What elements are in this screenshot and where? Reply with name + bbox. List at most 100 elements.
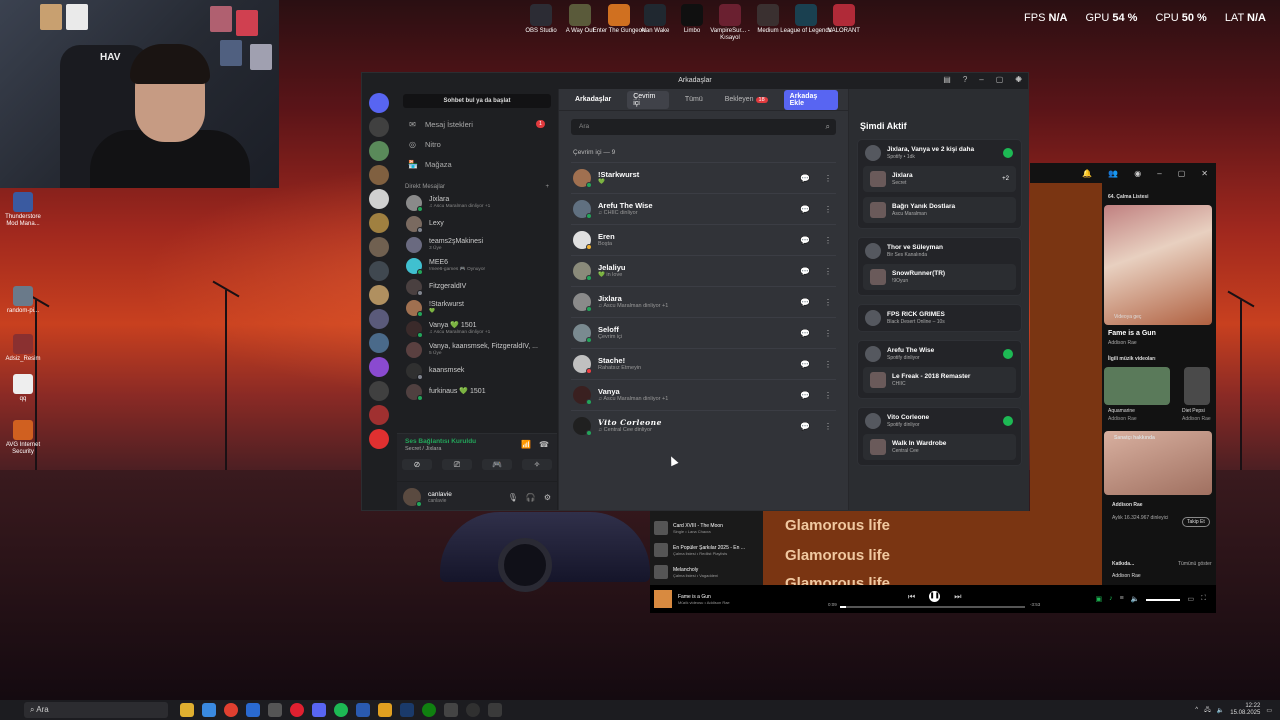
dm-item[interactable]: Jixlara ♫ Ascu Maralman dinliyor +1 — [403, 192, 551, 213]
username[interactable]: canlavie — [428, 491, 452, 498]
file-explorer-icon[interactable] — [180, 703, 194, 717]
friend-row[interactable]: !Starkwurst 💚 💬 ⋮ — [571, 162, 836, 193]
message-icon[interactable]: 💬 — [800, 391, 810, 400]
profile-avatar[interactable]: ◉ — [1134, 169, 1141, 178]
camera-off-icon[interactable]: ⊘ — [402, 459, 432, 470]
server-icon[interactable] — [369, 237, 389, 257]
taskbar-search[interactable]: ⌕ Ara — [24, 702, 168, 718]
desktop-shortcut[interactable]: random-pi... — [0, 286, 46, 315]
now-playing-view-icon[interactable]: ▣ — [1096, 595, 1103, 603]
server-icon[interactable] — [369, 261, 389, 281]
server-icon[interactable] — [369, 381, 389, 401]
bell-icon[interactable]: 🔔 — [1082, 169, 1092, 178]
message-icon[interactable]: 💬 — [800, 329, 810, 338]
minimize-icon[interactable]: – — [1157, 169, 1161, 178]
calendar-icon[interactable] — [202, 703, 216, 717]
friend-row[interactable]: Jelaliyu 💚 in love 💬 ⋮ — [571, 255, 836, 286]
related-video-thumbnail[interactable] — [1184, 367, 1210, 405]
discord-icon[interactable] — [312, 703, 326, 717]
friend-row[interactable]: Jixlara ♫ Ascu Maralman dinliyor +1 💬 ⋮ — [571, 286, 836, 317]
volume-slider[interactable] — [1146, 599, 1181, 601]
notes-icon[interactable] — [378, 703, 392, 717]
new-group-dm-icon[interactable]: ✚ — [1015, 75, 1022, 84]
maximize-icon[interactable]: ▢ — [1178, 169, 1186, 178]
miniplayer-icon[interactable]: ▭ — [1187, 595, 1194, 603]
friend-search-input[interactable]: Ara ⌕ — [571, 119, 836, 135]
queue-item[interactable]: En Popüler Şarkılar 2025 - En ... Çalma l… — [650, 539, 763, 561]
close-icon[interactable]: ✕ — [1201, 169, 1208, 178]
more-options-icon[interactable]: ⋮ — [824, 329, 832, 338]
desktop-shortcut[interactable]: Thunderstore Mod Mana... — [0, 192, 46, 228]
activity-card[interactable]: Jixlara, Vanya ve 2 kişi daha Spotify • 1… — [857, 139, 1022, 229]
show-all-link[interactable]: Tümünü göster — [1178, 561, 1212, 567]
more-options-icon[interactable]: ⋮ — [824, 360, 832, 369]
server-icon[interactable] — [369, 141, 389, 161]
server-icon[interactable] — [369, 213, 389, 233]
settings-gear-icon[interactable]: ⚙ — [544, 493, 551, 502]
activity-card[interactable]: Arefu The Wise Spotify dinliyor Le Freak -… — [857, 340, 1022, 399]
soundboard-icon[interactable]: ✧ — [522, 459, 552, 470]
track-artist[interactable]: Addison Rae — [1108, 340, 1137, 346]
server-icon[interactable] — [369, 405, 389, 425]
related-title[interactable]: Aquamarine — [1108, 408, 1135, 414]
activity-icon[interactable]: 🎮 — [482, 459, 512, 470]
xbox-icon[interactable] — [422, 703, 436, 717]
taskview-icon[interactable] — [356, 703, 370, 717]
artist-name[interactable]: Addison Rae — [1112, 502, 1143, 508]
chrome-icon[interactable] — [224, 703, 238, 717]
volume-tray-icon[interactable]: 🔈 — [1217, 707, 1224, 714]
volume-icon[interactable]: 🔈 — [1131, 595, 1140, 603]
message-icon[interactable]: 💬 — [800, 205, 810, 214]
message-icon[interactable]: 💬 — [800, 298, 810, 307]
tab-pending[interactable]: Bekleyen 18 — [719, 94, 774, 105]
tab-online[interactable]: Çevrim içi — [627, 90, 669, 109]
opera-icon[interactable] — [290, 703, 304, 717]
server-icon[interactable] — [369, 165, 389, 185]
clock[interactable]: 12:22 15.08.2025 — [1230, 703, 1260, 717]
desktop-shortcut[interactable]: qq — [0, 374, 46, 403]
progress-bar[interactable] — [840, 606, 1025, 608]
obs-icon[interactable] — [466, 703, 480, 717]
more-options-icon[interactable]: ⋮ — [824, 205, 832, 214]
network-icon[interactable]: 🖧 — [1204, 705, 1211, 715]
direct-messages-icon[interactable] — [369, 93, 389, 113]
server-icon[interactable] — [369, 117, 389, 137]
track-title[interactable]: Fame is a Gun — [1108, 330, 1156, 337]
help-icon[interactable]: ? — [963, 75, 967, 84]
more-options-icon[interactable]: ⋮ — [824, 422, 832, 431]
related-title[interactable]: Diet Pepsi — [1182, 408, 1205, 414]
friend-row[interactable]: Seloff Çevrim içi 💬 ⋮ — [571, 317, 836, 348]
activity-card[interactable]: FPS RICK GRIMES Black Desert Online – 10s — [857, 304, 1022, 332]
inbox-icon[interactable]: ▤ — [943, 75, 951, 84]
dm-item[interactable]: Vanya, kaansmsek, FitzgeraldIV, ... 5 Üye — [403, 339, 551, 360]
fullscreen-icon[interactable]: ⛶ — [1201, 595, 1206, 603]
friend-row[interactable]: Vanya ♫ Ascu Maralman dinliyor +1 💬 ⋮ — [571, 379, 836, 410]
tab-all[interactable]: Tümü — [679, 94, 709, 105]
dm-item[interactable]: teams2şMakinesi 3 Üye — [403, 234, 551, 255]
message-icon[interactable]: 💬 — [800, 174, 810, 183]
settings-icon[interactable] — [444, 703, 458, 717]
dm-item[interactable]: furkinaus 💚 1501 — [403, 381, 551, 402]
screen-share-icon[interactable]: ⎚ — [442, 459, 472, 470]
video-switch[interactable]: Videoya geç — [1114, 314, 1141, 320]
more-options-icon[interactable]: ⋮ — [824, 174, 832, 183]
queue-item[interactable]: Card XVIII - The Moon Single • Lana Chacr… — [650, 517, 763, 539]
message-icon[interactable]: 💬 — [800, 360, 810, 369]
desktop-shortcut[interactable]: Adsiz_Resim — [0, 334, 46, 363]
follow-button[interactable]: Takip Et — [1182, 517, 1210, 527]
next-icon[interactable]: ⏭ — [954, 592, 961, 602]
create-dm-button[interactable]: + — [545, 184, 549, 190]
dm-item[interactable]: !Starkwurst 💚 — [403, 297, 551, 318]
server-icon[interactable] — [369, 333, 389, 353]
spotify-icon[interactable] — [334, 703, 348, 717]
server-icon[interactable] — [369, 357, 389, 377]
message-icon[interactable]: 💬 — [800, 267, 810, 276]
signal-icon[interactable]: 📶 — [521, 440, 531, 453]
queue-icon[interactable]: ≡ — [1120, 595, 1124, 603]
pause-button[interactable]: ❚❚ — [929, 591, 941, 602]
store-icon[interactable] — [268, 703, 282, 717]
message-icon[interactable]: 💬 — [800, 422, 810, 431]
desktop-shortcut[interactable]: VALORANT — [816, 4, 872, 35]
server-icon[interactable] — [369, 429, 389, 449]
album-art[interactable] — [654, 590, 672, 608]
